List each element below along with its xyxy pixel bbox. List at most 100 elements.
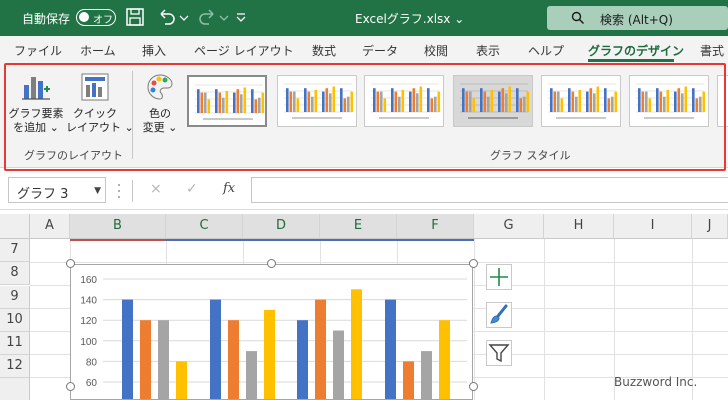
- chart-style-3[interactable]: [364, 75, 444, 127]
- chart-style-3-preview: [371, 83, 441, 119]
- bar-series4-cat4[interactable]: [439, 320, 450, 400]
- tab-insert[interactable]: 挿入: [142, 42, 166, 59]
- row-header-9[interactable]: 9: [0, 286, 30, 309]
- row-header-10[interactable]: 10: [0, 309, 30, 332]
- formula-input[interactable]: [251, 177, 728, 203]
- chart-style-6[interactable]: [629, 75, 709, 127]
- bar-series1-cat2[interactable]: [210, 299, 221, 400]
- bar-series1-cat3[interactable]: [297, 320, 308, 400]
- column-header-a[interactable]: A: [30, 214, 70, 239]
- active-tab-underline: [588, 59, 674, 62]
- change-colors-button[interactable]: 色の 変更 ⌄: [138, 71, 182, 135]
- bar-series4-cat2[interactable]: [264, 309, 275, 400]
- column-header-f[interactable]: F: [397, 214, 474, 239]
- bar-series4-cat3[interactable]: [351, 289, 362, 400]
- preview-bar: [519, 98, 523, 112]
- tab-formulas[interactable]: 数式: [312, 42, 336, 59]
- undo-dropdown-icon[interactable]: [178, 6, 190, 28]
- preview-bar: [501, 88, 505, 112]
- file-name[interactable]: Excelグラフ.xlsx ⌄: [355, 10, 464, 27]
- redo-icon[interactable]: [196, 6, 218, 28]
- column-header-e[interactable]: E: [320, 214, 397, 239]
- preview-bar: [394, 91, 398, 112]
- tab-format[interactable]: 書式: [700, 42, 724, 59]
- preview-bar: [419, 86, 423, 112]
- preview-bar: [325, 88, 329, 112]
- tab-help[interactable]: ヘルプ: [528, 42, 564, 59]
- row-header-8[interactable]: 8: [0, 262, 30, 285]
- preview-bar: [437, 91, 441, 112]
- resize-handle-top-center[interactable]: [267, 259, 276, 268]
- column-header-c[interactable]: C: [166, 214, 243, 239]
- column-header-j[interactable]: J: [692, 214, 728, 239]
- customize-toolbar-icon[interactable]: [234, 6, 248, 28]
- chart-object[interactable]: 160140120100806040: [70, 264, 473, 400]
- bar-series2-cat2[interactable]: [228, 320, 239, 400]
- row-header-13[interactable]: [0, 378, 30, 400]
- row-header-7[interactable]: 7: [0, 239, 30, 262]
- chart-style-5[interactable]: [541, 75, 621, 127]
- chart-elements-button[interactable]: [486, 264, 512, 290]
- autosave-toggle[interactable]: オフ: [76, 9, 116, 26]
- chart-style-7[interactable]: [717, 75, 728, 127]
- chart-styles-button[interactable]: [486, 302, 512, 328]
- resize-handle-top-left[interactable]: [66, 259, 75, 268]
- resize-handle-top-right[interactable]: [469, 259, 478, 268]
- tab-data[interactable]: データ: [362, 42, 398, 59]
- tab-page-layout[interactable]: ページ レイアウト: [194, 42, 294, 59]
- chart-style-2[interactable]: [277, 75, 357, 127]
- column-header-b[interactable]: B: [70, 214, 166, 239]
- column-header-i[interactable]: I: [614, 214, 692, 239]
- chart-filters-button[interactable]: [486, 340, 512, 366]
- chart-style-4[interactable]: [453, 75, 533, 127]
- bar-series1-cat4[interactable]: [385, 299, 396, 400]
- resize-handle-left[interactable]: [66, 382, 75, 391]
- preview-bar: [314, 89, 318, 112]
- undo-icon[interactable]: [156, 6, 178, 28]
- name-box[interactable]: グラフ 3 ▼: [8, 177, 106, 203]
- tab-chart-design[interactable]: グラフのデザイン: [588, 42, 684, 59]
- save-icon[interactable]: [124, 6, 146, 28]
- bar-series3-cat3[interactable]: [333, 330, 344, 400]
- bar-series3-cat4[interactable]: [421, 351, 432, 400]
- quick-layout-button[interactable]: クイック レイアウト ⌄: [66, 71, 134, 135]
- group-separator: [132, 71, 133, 159]
- enter-icon[interactable]: ✓: [186, 181, 198, 197]
- cancel-icon[interactable]: ×: [150, 181, 162, 197]
- search-box[interactable]: 検索 (Alt+Q): [547, 6, 728, 30]
- tab-home[interactable]: ホーム: [80, 42, 116, 59]
- bar-series4-cat1[interactable]: [176, 361, 187, 400]
- tab-view[interactable]: 表示: [476, 42, 500, 59]
- select-all-corner[interactable]: [0, 214, 30, 239]
- filter-icon: [488, 344, 510, 363]
- preview-legend: [644, 117, 694, 119]
- add-chart-element-button[interactable]: グラフ要素 を追加 ⌄: [8, 71, 64, 135]
- bar-series3-cat1[interactable]: [158, 320, 169, 400]
- insert-function-icon[interactable]: fx: [223, 181, 235, 196]
- preview-bar: [240, 94, 243, 113]
- redo-dropdown-icon[interactable]: [218, 6, 230, 28]
- chart-style-1[interactable]: [187, 75, 267, 127]
- resize-handle-right[interactable]: [469, 382, 478, 391]
- preview-bar: [233, 92, 236, 113]
- column-header-d[interactable]: D: [243, 214, 320, 239]
- autosave-label: 自動保存: [22, 12, 71, 26]
- bar-series2-cat4[interactable]: [403, 361, 414, 400]
- column-header-h[interactable]: H: [544, 214, 614, 239]
- tab-review[interactable]: 校閲: [424, 42, 448, 59]
- bar-series2-cat3[interactable]: [315, 299, 326, 400]
- bar-series2-cat1[interactable]: [140, 320, 151, 400]
- tab-file[interactable]: ファイル: [14, 42, 62, 59]
- column-header-g[interactable]: G: [474, 214, 544, 239]
- drag-handle-icon[interactable]: [117, 182, 121, 200]
- row-header-12[interactable]: 12: [0, 355, 30, 378]
- preview-bar: [293, 91, 296, 112]
- chevron-down-icon[interactable]: ▼: [94, 186, 101, 196]
- bar-series3-cat2[interactable]: [246, 351, 257, 400]
- preview-bar: [472, 98, 476, 112]
- bar-series1-cat1[interactable]: [122, 299, 133, 400]
- change-colors-line1: 色の: [149, 107, 171, 120]
- row-header-11[interactable]: 11: [0, 332, 30, 355]
- preview-bar: [401, 89, 405, 112]
- preview-bar: [340, 88, 343, 112]
